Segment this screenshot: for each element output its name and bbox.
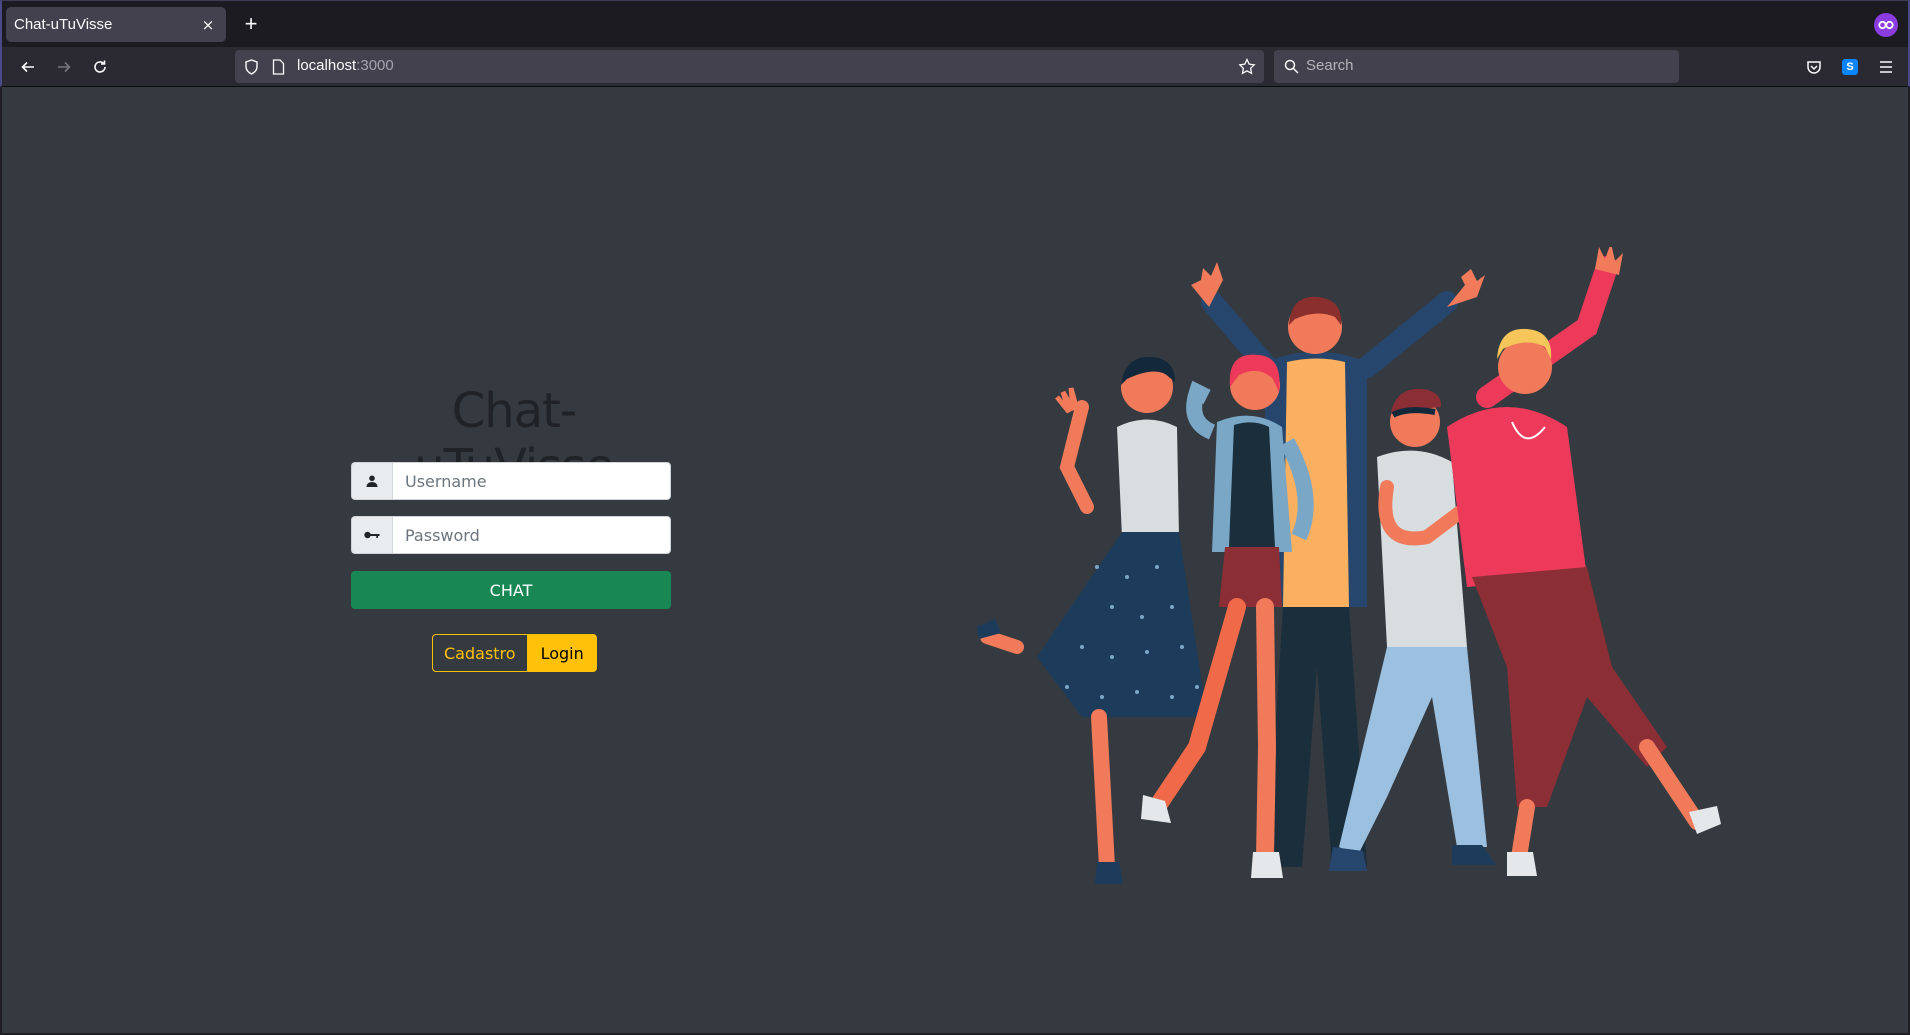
group-of-people-illustration: [977, 247, 1721, 884]
address-bar[interactable]: localhost:3000: [235, 50, 1264, 83]
auth-mode-toggle: Cadastro Login: [432, 634, 597, 672]
back-button[interactable]: [14, 53, 42, 81]
hamburger-menu-icon: [1880, 61, 1892, 73]
forward-arrow-icon: [58, 61, 71, 73]
tab-title: Chat-uTuVisse: [14, 16, 113, 33]
page-icon: [272, 59, 285, 75]
url-text[interactable]: localhost:3000: [297, 57, 394, 74]
extension-icon: S: [1842, 59, 1858, 75]
browser-tab-strip: Chat-uTuVisse × +: [0, 0, 1910, 47]
search-placeholder: Search: [1306, 57, 1354, 74]
private-browsing-icon: [1874, 13, 1898, 37]
new-tab-button[interactable]: +: [238, 11, 264, 37]
back-arrow-icon: [21, 61, 34, 73]
search-bar[interactable]: Search: [1274, 50, 1679, 83]
chat-button[interactable]: CHAT: [351, 571, 671, 609]
person-girl-polka-skirt: [977, 356, 1207, 884]
browser-tab[interactable]: Chat-uTuVisse ×: [6, 7, 226, 42]
navigation-toolbar: localhost:3000 Search S: [0, 47, 1910, 87]
pocket-button[interactable]: [1800, 53, 1828, 81]
extension-button[interactable]: S: [1836, 53, 1864, 81]
url-host: localhost: [297, 57, 357, 74]
key-icon: [351, 516, 393, 554]
menu-button[interactable]: [1872, 53, 1900, 81]
reload-button[interactable]: [86, 53, 114, 81]
password-input[interactable]: [393, 516, 671, 554]
login-button[interactable]: Login: [527, 634, 597, 672]
password-group: [351, 516, 671, 554]
cadastro-button[interactable]: Cadastro: [432, 634, 528, 672]
pocket-icon: [1807, 60, 1821, 74]
user-icon: [351, 462, 393, 500]
search-icon: [1284, 59, 1299, 74]
page-content: Chat-uTuVisse CHAT Cadastro Login: [2, 87, 1908, 1033]
reload-icon: [94, 60, 106, 73]
forward-button[interactable]: [50, 53, 78, 81]
url-port: :3000: [356, 57, 394, 74]
shield-icon[interactable]: [244, 59, 259, 75]
username-group: [351, 462, 671, 500]
person-man-red-hoodie: [1447, 247, 1721, 876]
close-tab-icon[interactable]: ×: [198, 16, 218, 34]
bookmark-star-icon[interactable]: [1238, 58, 1256, 75]
username-input[interactable]: [393, 462, 671, 500]
